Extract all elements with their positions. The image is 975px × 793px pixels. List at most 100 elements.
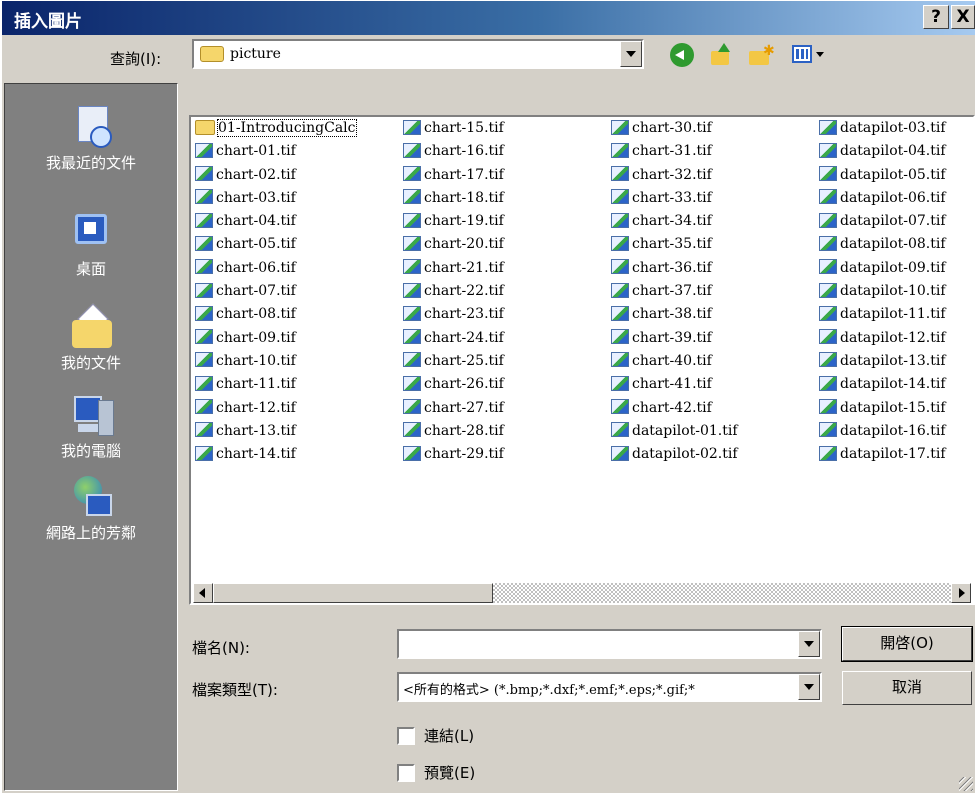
file-name: chart-15.tif — [424, 120, 504, 136]
file-item[interactable]: chart-09.tif — [195, 327, 356, 350]
file-list[interactable]: 01-IntroducingCalc chart-01.tif chart-02.t… — [189, 115, 975, 605]
file-item[interactable]: chart-17.tif — [403, 164, 504, 187]
filename-input[interactable] — [397, 629, 822, 659]
file-item[interactable]: datapilot-09.tif — [819, 257, 946, 280]
file-item[interactable]: chart-26.tif — [403, 373, 504, 396]
file-item[interactable]: datapilot-05.tif — [819, 164, 946, 187]
file-item[interactable]: chart-36.tif — [611, 257, 738, 280]
image-file-icon — [819, 142, 837, 158]
place-desktop[interactable]: 桌面 — [5, 212, 177, 279]
file-item[interactable]: chart-32.tif — [611, 164, 738, 187]
file-name: datapilot-08.tif — [840, 236, 946, 253]
file-item[interactable]: chart-10.tif — [195, 350, 356, 373]
file-item[interactable]: chart-38.tif — [611, 303, 738, 326]
file-item[interactable]: chart-06.tif — [195, 257, 356, 280]
scroll-left-button[interactable] — [193, 583, 213, 603]
image-file-icon — [819, 329, 837, 345]
preview-checkbox[interactable] — [397, 764, 415, 782]
scroll-right-button[interactable] — [951, 583, 971, 603]
file-item[interactable]: chart-18.tif — [403, 187, 504, 210]
resize-grip[interactable] — [959, 777, 973, 791]
file-item[interactable]: datapilot-03.tif — [819, 117, 946, 140]
horizontal-scrollbar[interactable] — [193, 583, 971, 603]
file-item[interactable]: chart-19.tif — [403, 210, 504, 233]
file-item[interactable]: chart-29.tif — [403, 443, 504, 466]
place-recent-documents[interactable]: 我最近的文件 — [5, 106, 177, 173]
scroll-thumb[interactable] — [213, 583, 493, 603]
file-item[interactable]: chart-11.tif — [195, 373, 356, 396]
views-menu-icon[interactable] — [792, 43, 826, 67]
back-icon[interactable] — [670, 43, 694, 67]
chevron-down-icon[interactable] — [798, 674, 820, 700]
place-my-documents[interactable]: 我的文件 — [5, 303, 177, 373]
file-item[interactable]: datapilot-10.tif — [819, 280, 946, 303]
chevron-down-icon[interactable] — [798, 631, 820, 657]
file-item[interactable]: datapilot-08.tif — [819, 233, 946, 256]
file-item[interactable]: datapilot-16.tif — [819, 420, 946, 443]
up-folder-icon[interactable] — [709, 43, 733, 67]
file-item[interactable]: datapilot-06.tif — [819, 187, 946, 210]
file-item[interactable]: chart-01.tif — [195, 140, 356, 163]
file-item[interactable]: chart-12.tif — [195, 397, 356, 420]
place-network[interactable]: 網路上的芳鄰 — [5, 476, 177, 543]
help-button[interactable]: ? — [923, 5, 949, 29]
file-item[interactable]: chart-35.tif — [611, 233, 738, 256]
file-item[interactable]: datapilot-01.tif — [611, 420, 738, 443]
file-item[interactable]: chart-27.tif — [403, 397, 504, 420]
file-item[interactable]: chart-30.tif — [611, 117, 738, 140]
file-item[interactable]: chart-24.tif — [403, 327, 504, 350]
file-item[interactable]: chart-41.tif — [611, 373, 738, 396]
file-item[interactable]: chart-20.tif — [403, 233, 504, 256]
file-item[interactable]: datapilot-13.tif — [819, 350, 946, 373]
title-bar[interactable]: 插入圖片 ? X — [2, 1, 975, 35]
file-name: chart-30.tif — [632, 120, 712, 136]
file-item[interactable]: datapilot-17.tif — [819, 443, 946, 466]
file-item[interactable]: chart-34.tif — [611, 210, 738, 233]
file-item[interactable]: datapilot-15.tif — [819, 397, 946, 420]
file-item[interactable]: chart-40.tif — [611, 350, 738, 373]
cancel-button[interactable]: 取消 — [842, 671, 972, 705]
file-item[interactable]: chart-13.tif — [195, 420, 356, 443]
place-my-computer[interactable]: 我的電腦 — [5, 394, 177, 461]
file-item[interactable]: chart-08.tif — [195, 303, 356, 326]
file-name: chart-09.tif — [216, 329, 296, 346]
file-item[interactable]: chart-21.tif — [403, 257, 504, 280]
open-button[interactable]: 開啓(O) — [841, 626, 973, 662]
file-item[interactable]: chart-28.tif — [403, 420, 504, 443]
link-checkbox[interactable] — [397, 727, 415, 745]
file-item[interactable]: chart-16.tif — [403, 140, 504, 163]
file-item[interactable]: chart-02.tif — [195, 164, 356, 187]
file-name: chart-28.tif — [424, 422, 504, 439]
file-item[interactable]: datapilot-07.tif — [819, 210, 946, 233]
file-item[interactable]: chart-07.tif — [195, 280, 356, 303]
image-file-icon — [403, 189, 421, 205]
file-item[interactable]: chart-03.tif — [195, 187, 356, 210]
file-item[interactable]: chart-15.tif — [403, 117, 504, 140]
file-item[interactable]: datapilot-14.tif — [819, 373, 946, 396]
file-item[interactable]: chart-22.tif — [403, 280, 504, 303]
file-item[interactable]: datapilot-02.tif — [611, 443, 738, 466]
chevron-down-icon[interactable] — [620, 41, 642, 67]
file-item[interactable]: chart-25.tif — [403, 350, 504, 373]
file-item[interactable]: chart-04.tif — [195, 210, 356, 233]
new-folder-icon[interactable]: ✱ — [749, 43, 775, 67]
image-file-icon — [403, 282, 421, 298]
file-item[interactable]: chart-05.tif — [195, 233, 356, 256]
look-in-dropdown[interactable]: picture — [192, 39, 644, 69]
file-item[interactable]: datapilot-11.tif — [819, 303, 946, 326]
image-file-icon — [611, 352, 629, 368]
close-button[interactable]: X — [951, 5, 975, 29]
file-item[interactable]: chart-23.tif — [403, 303, 504, 326]
file-name: chart-33.tif — [632, 189, 712, 206]
file-name: chart-03.tif — [216, 189, 296, 206]
file-item[interactable]: chart-31.tif — [611, 140, 738, 163]
file-item[interactable]: chart-37.tif — [611, 280, 738, 303]
file-item[interactable]: chart-33.tif — [611, 187, 738, 210]
file-type-dropdown[interactable]: <所有的格式> (*.bmp;*.dxf;*.emf;*.eps;*.gif;* — [397, 672, 822, 702]
file-item[interactable]: chart-42.tif — [611, 397, 738, 420]
file-item[interactable]: datapilot-12.tif — [819, 327, 946, 350]
file-item[interactable]: 01-IntroducingCalc — [195, 117, 357, 140]
file-item[interactable]: chart-14.tif — [195, 443, 356, 466]
file-item[interactable]: chart-39.tif — [611, 327, 738, 350]
file-item[interactable]: datapilot-04.tif — [819, 140, 946, 163]
